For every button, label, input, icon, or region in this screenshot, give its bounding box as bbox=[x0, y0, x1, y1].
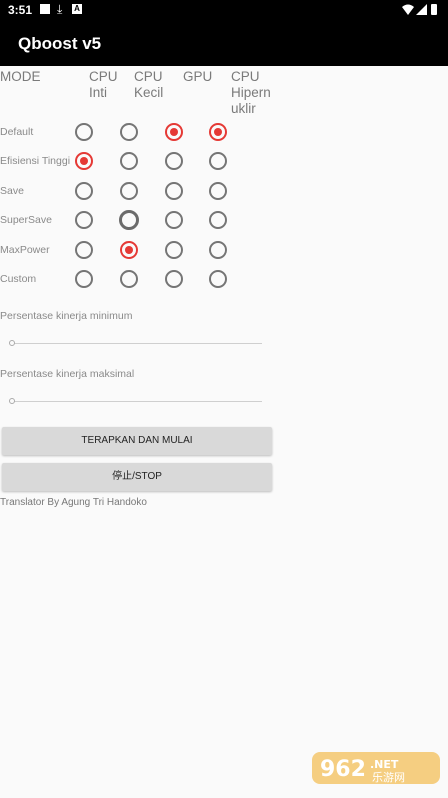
status-bar: 3:51 ⤓ A bbox=[0, 0, 448, 20]
radio-row3-col0[interactable] bbox=[75, 211, 93, 229]
min-performance-label: Persentase kinerja minimum bbox=[0, 310, 133, 322]
radio-row2-col2[interactable] bbox=[165, 182, 183, 200]
min-performance-slider-thumb[interactable] bbox=[9, 340, 15, 346]
column-header-2: GPU bbox=[183, 69, 213, 84]
mode-label-custom: Custom bbox=[0, 273, 37, 285]
app-title: Qboost v5 bbox=[18, 34, 102, 53]
mode-label-supersave: SuperSave bbox=[0, 214, 52, 226]
column-header-0: CPU Inti bbox=[89, 69, 118, 100]
svg-text:962: 962 bbox=[320, 757, 366, 782]
svg-text:乐游网: 乐游网 bbox=[372, 771, 405, 784]
app-bar: Qboost v5 bbox=[0, 20, 448, 66]
min-performance-slider[interactable] bbox=[12, 343, 262, 344]
radio-row3-col3[interactable] bbox=[209, 211, 227, 229]
radio-row0-col2[interactable] bbox=[165, 123, 183, 141]
column-header-3: CPU Hipern uklir bbox=[231, 69, 271, 116]
radio-row0-col0[interactable] bbox=[75, 123, 93, 141]
notification-square-icon bbox=[40, 4, 50, 14]
radio-row5-col3[interactable] bbox=[209, 270, 227, 288]
mode-label-default: Default bbox=[0, 126, 34, 138]
battery-icon bbox=[431, 4, 437, 15]
mode-label-save: Save bbox=[0, 185, 24, 197]
radio-row4-col2[interactable] bbox=[165, 241, 183, 259]
download-icon: ⤓ bbox=[57, 2, 63, 16]
apply-and-start-button[interactable]: TERAPKAN DAN MULAI bbox=[2, 427, 272, 455]
wifi-icon bbox=[402, 4, 414, 15]
stop-button[interactable]: 停止/STOP bbox=[2, 463, 272, 491]
radio-row3-col2[interactable] bbox=[165, 211, 183, 229]
radio-row1-col1[interactable] bbox=[120, 152, 138, 170]
radio-row0-col3[interactable] bbox=[209, 123, 227, 141]
radio-row1-col2[interactable] bbox=[165, 152, 183, 170]
auto-icon: A bbox=[72, 4, 82, 14]
max-performance-label: Persentase kinerja maksimal bbox=[0, 368, 135, 380]
radio-row4-col0[interactable] bbox=[75, 241, 93, 259]
mode-header: MODE bbox=[0, 69, 41, 84]
radio-row2-col0[interactable] bbox=[75, 182, 93, 200]
radio-row3-col1[interactable] bbox=[119, 210, 139, 230]
radio-row1-col3[interactable] bbox=[209, 152, 227, 170]
radio-row5-col1[interactable] bbox=[120, 270, 138, 288]
column-header-1: CPU Kecil bbox=[134, 69, 164, 100]
translator-credit: Translator By Agung Tri Handoko bbox=[0, 497, 147, 508]
radio-row1-col0[interactable] bbox=[75, 152, 93, 170]
radio-row4-col1[interactable] bbox=[120, 241, 138, 259]
status-time: 3:51 bbox=[8, 3, 33, 17]
radio-row2-col1[interactable] bbox=[120, 182, 138, 200]
radio-row4-col3[interactable] bbox=[209, 241, 227, 259]
max-performance-slider[interactable] bbox=[12, 401, 262, 402]
radio-row5-col2[interactable] bbox=[165, 270, 183, 288]
radio-row5-col0[interactable] bbox=[75, 270, 93, 288]
watermark-logo: 962 .NET 乐游网 bbox=[310, 748, 442, 788]
mode-label-efisiensi-tinggi: Efisiensi Tinggi bbox=[0, 155, 71, 167]
radio-row0-col1[interactable] bbox=[120, 123, 138, 141]
svg-text:.NET: .NET bbox=[370, 758, 399, 771]
radio-row2-col3[interactable] bbox=[209, 182, 227, 200]
signal-icon bbox=[416, 4, 427, 15]
mode-label-maxpower: MaxPower bbox=[0, 244, 50, 256]
max-performance-slider-thumb[interactable] bbox=[9, 398, 15, 404]
